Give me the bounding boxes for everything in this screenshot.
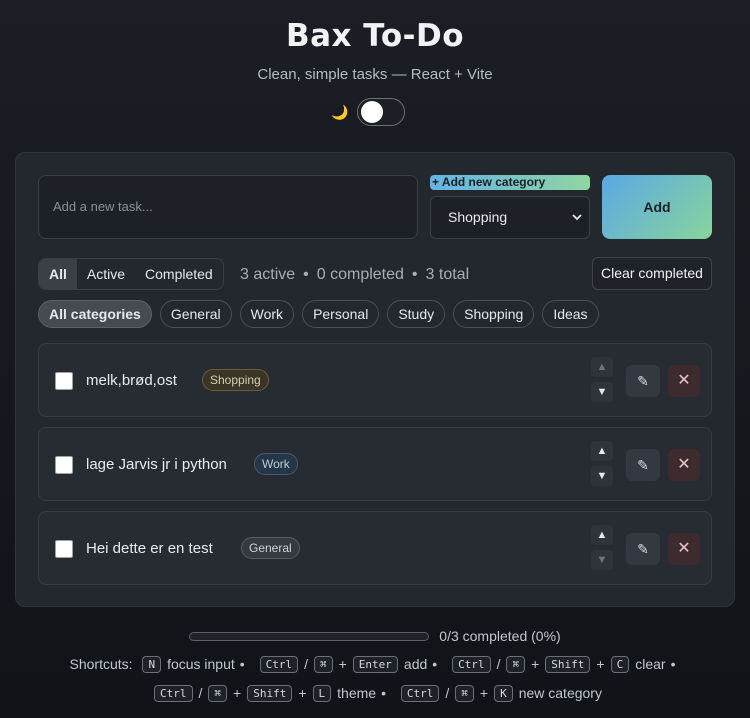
toggle-knob xyxy=(360,101,383,123)
task-category-tag: Shopping xyxy=(202,369,269,391)
chevron-down-icon xyxy=(571,197,583,256)
task-item: lage Jarvis jr i python Work ▲ ▼ ✎ ✕ xyxy=(38,427,712,501)
kbd-cmd: ⌘ xyxy=(208,685,228,702)
shortcuts-line-2: Ctrl / ⌘ + Shift + Ltheme • Ctrl / ⌘ + Knew categor… xyxy=(0,685,750,702)
kbd-enter: Enter xyxy=(352,656,398,673)
task-category-tag: Work xyxy=(254,453,298,475)
shortcuts-label: Shortcuts: xyxy=(69,656,133,672)
kbd-n: N xyxy=(142,656,162,673)
progress-row: 0/3 completed (0%) xyxy=(0,628,750,644)
clear-completed-button[interactable]: Clear completed xyxy=(592,257,712,290)
kbd-ctrl: Ctrl xyxy=(452,656,491,673)
add-task-button[interactable]: Add xyxy=(602,175,712,239)
new-task-input[interactable]: Add a new task... xyxy=(38,175,418,239)
progress-bar xyxy=(189,631,430,641)
kbd-k: K xyxy=(494,685,513,702)
completed-count: 0 completed xyxy=(316,266,404,283)
theme-row: 🌙 xyxy=(0,98,750,126)
todo-card: Add a new task... + Add new category Sho… xyxy=(15,152,735,607)
task-text: melk,brød,ost xyxy=(86,372,177,389)
progress-label: 0/3 completed (0%) xyxy=(439,628,561,644)
app-title: Bax To-Do xyxy=(285,18,465,54)
chip-all-categories[interactable]: All categories xyxy=(38,300,152,328)
task-counts: 3 active • 0 completed • 3 total xyxy=(240,266,470,283)
category-select-value: Shopping xyxy=(448,209,508,225)
theme-toggle[interactable] xyxy=(356,98,405,126)
kbd-cmd: ⌘ xyxy=(506,656,526,673)
kbd-l: L xyxy=(312,685,332,702)
move-down-icon[interactable]: ▼ xyxy=(591,466,613,486)
shortcut-clear: clear xyxy=(635,656,666,672)
tab-all[interactable]: All xyxy=(39,259,77,289)
task-text: lage Jarvis jr i python xyxy=(86,456,227,473)
shortcut-theme: theme xyxy=(337,685,377,701)
total-count: 3 total xyxy=(425,266,470,283)
kbd-cmd: ⌘ xyxy=(313,656,333,673)
tab-active[interactable]: Active xyxy=(77,259,135,289)
edit-pencil-icon[interactable]: ✎ xyxy=(626,533,660,565)
chip-ideas[interactable]: Ideas xyxy=(542,300,599,328)
kbd-ctrl: Ctrl xyxy=(259,656,299,673)
move-down-icon[interactable]: ▼ xyxy=(591,382,613,402)
status-filter: All Active Completed xyxy=(38,258,224,290)
shortcut-add: add xyxy=(403,656,428,672)
task-text: Hei dette er en test xyxy=(86,540,213,557)
app-subtitle: Clean, simple tasks — React + Vite xyxy=(257,66,493,83)
chip-work[interactable]: Work xyxy=(239,300,295,328)
task-item: melk,brød,ost Shopping ▲ ▼ ✎ ✕ xyxy=(38,343,712,417)
task-category-tag: General xyxy=(241,537,300,559)
category-chips: All categories General Work Personal Stu… xyxy=(38,300,599,328)
kbd-cmd: ⌘ xyxy=(455,685,474,702)
shortcut-focus-input: focus input xyxy=(167,656,235,672)
kbd-ctrl: Ctrl xyxy=(154,685,193,702)
active-count: 3 active xyxy=(240,266,296,283)
kbd-shift: Shift xyxy=(545,656,591,673)
task-checkbox[interactable] xyxy=(55,372,73,390)
chip-shopping[interactable]: Shopping xyxy=(453,300,535,328)
kbd-shift: Shift xyxy=(247,685,293,702)
edit-pencil-icon[interactable]: ✎ xyxy=(626,365,660,397)
edit-pencil-icon[interactable]: ✎ xyxy=(626,449,660,481)
chip-study[interactable]: Study xyxy=(387,300,446,328)
move-up-icon[interactable]: ▲ xyxy=(591,441,613,461)
shortcut-new-category: new category xyxy=(518,685,602,701)
delete-close-icon[interactable]: ✕ xyxy=(668,533,700,565)
tab-completed[interactable]: Completed xyxy=(135,259,223,289)
moon-icon: 🌙 xyxy=(331,103,349,120)
delete-close-icon[interactable]: ✕ xyxy=(668,365,700,397)
chip-general[interactable]: General xyxy=(159,300,232,328)
move-up-icon[interactable]: ▲ xyxy=(591,525,613,545)
kbd-c: C xyxy=(610,656,630,673)
task-checkbox[interactable] xyxy=(55,540,73,558)
chip-personal[interactable]: Personal xyxy=(302,300,380,328)
delete-close-icon[interactable]: ✕ xyxy=(668,449,700,481)
shortcuts-line-1: Shortcuts: Nfocus input • Ctrl / ⌘ + Enter add… xyxy=(69,656,676,673)
move-up-icon[interactable]: ▲ xyxy=(591,357,613,377)
task-checkbox[interactable] xyxy=(55,456,73,474)
kbd-ctrl: Ctrl xyxy=(400,685,440,702)
category-select[interactable]: Shopping xyxy=(430,196,590,239)
add-category-button[interactable]: + Add new category xyxy=(430,175,590,190)
move-down-icon[interactable]: ▼ xyxy=(591,550,613,570)
task-item: Hei dette er en test General ▲ ▼ ✎ ✕ xyxy=(38,511,712,585)
